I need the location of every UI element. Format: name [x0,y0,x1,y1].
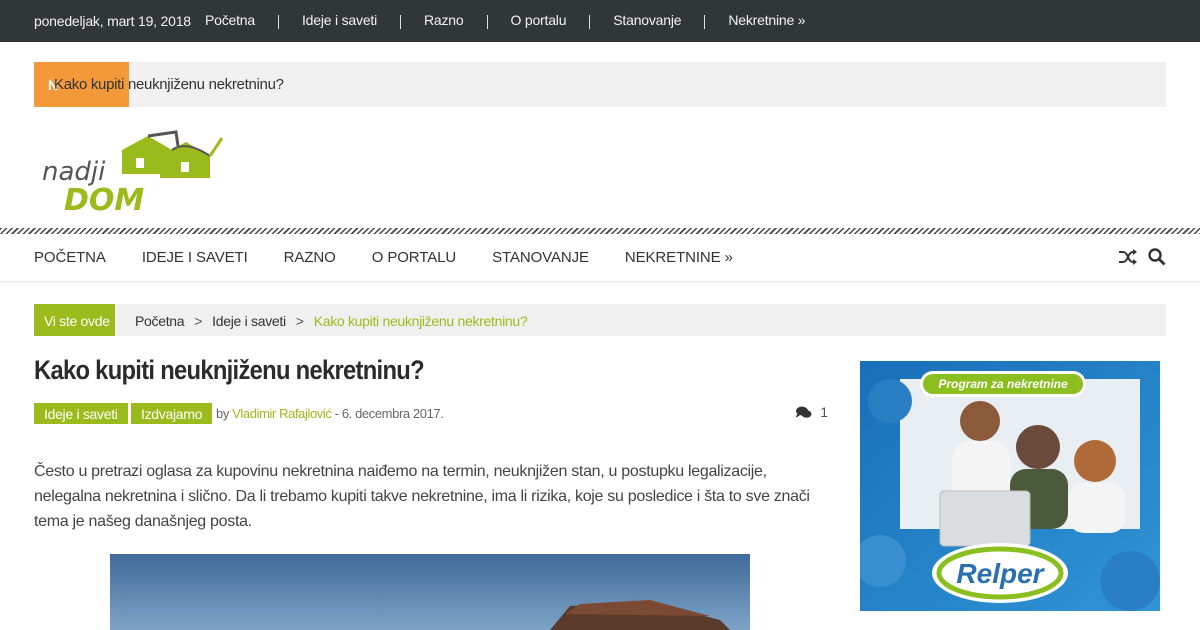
sidebar-ad[interactable]: Program za nekretnine Relper [860,361,1160,611]
article-byline: by Vladimir Rafajlović - 6. decembra 201… [216,406,444,421]
house-photo [110,554,750,630]
top-links: Početna Ideje i saveti Razno O portalu S… [205,12,806,29]
divider [589,15,591,29]
comments-icon [796,406,812,418]
category-tag-izdvajamo[interactable]: Izdvajamo [131,403,213,424]
article-intro: Često u pretrazi oglasa za kupovinu nekr… [34,463,810,530]
top-bar: ponedeljak, mart 19, 2018 Početna Ideje … [0,0,1200,42]
byline-prefix: by [216,406,229,421]
article-meta: Ideje i saveti Izdvajamo by Vladimir Raf… [34,403,828,425]
top-link-pocetna[interactable]: Početna [205,12,255,29]
news-ticker: N Kako kupiti neuknjiženu nekretninu? [34,62,1166,107]
breadcrumb: Vi ste ovde Početna > Ideje i saveti > K… [34,304,1166,336]
ad-banner: Program za nekretnine Relper [860,361,1160,611]
breadcrumb-section[interactable]: Ideje i saveti [212,313,286,329]
nav-item-stanovanje[interactable]: STANOVANJE [492,249,589,266]
shuffle-icon[interactable] [1118,248,1138,266]
article-title: Kako kupiti neuknjiženu nekretninu? [34,355,425,385]
ticker-headline[interactable]: Kako kupiti neuknjiženu nekretninu? [54,76,284,93]
divider [277,15,279,29]
search-icon[interactable] [1148,248,1166,266]
logo-houses-icon: nadji DOM [42,130,224,218]
comments-number: 1 [820,404,828,420]
top-link-o-portalu[interactable]: O portalu [511,12,567,29]
comments-count[interactable]: 1 [796,404,828,420]
nav-item-ideje-i-saveti[interactable]: IDEJE I SAVETI [142,249,248,266]
breadcrumb-separator: > [295,313,304,329]
breadcrumb-separator: > [194,313,203,329]
ad-brand: Relper [956,558,1045,589]
ad-tagline: Program za nekretnine [938,377,1068,391]
site-logo[interactable]: nadji DOM [38,128,228,218]
author-link[interactable]: Vladimir Rafajlović [232,406,332,421]
main-navigation: POČETNA IDEJE I SAVETI RAZNO O PORTALU S… [0,234,1200,282]
article-date: - 6. decembra 2017. [331,406,444,421]
top-link-nekretnine[interactable]: Nekretnine » [728,12,805,29]
current-date: ponedeljak, mart 19, 2018 [34,13,191,29]
nav-item-o-portalu[interactable]: O PORTALU [372,249,457,266]
top-link-ideje-i-saveti[interactable]: Ideje i saveti [302,12,377,29]
top-link-razno[interactable]: Razno [424,12,464,29]
article-hero-image [110,554,750,630]
breadcrumb-label: Vi ste ovde [34,304,115,336]
nav-item-pocetna[interactable]: POČETNA [34,249,106,266]
top-link-stanovanje[interactable]: Stanovanje [613,12,681,29]
category-tag-ideje-i-saveti[interactable]: Ideje i saveti [34,403,128,424]
divider [486,15,488,29]
nav-item-nekretnine[interactable]: NEKRETNINE » [625,249,733,266]
logo-text-dom: DOM [64,183,144,218]
breadcrumb-current: Kako kupiti neuknjiženu nekretninu? [313,313,528,329]
breadcrumb-home[interactable]: Početna [135,313,185,329]
divider [400,15,402,29]
divider [704,15,706,29]
nav-item-razno[interactable]: RAZNO [284,249,336,266]
